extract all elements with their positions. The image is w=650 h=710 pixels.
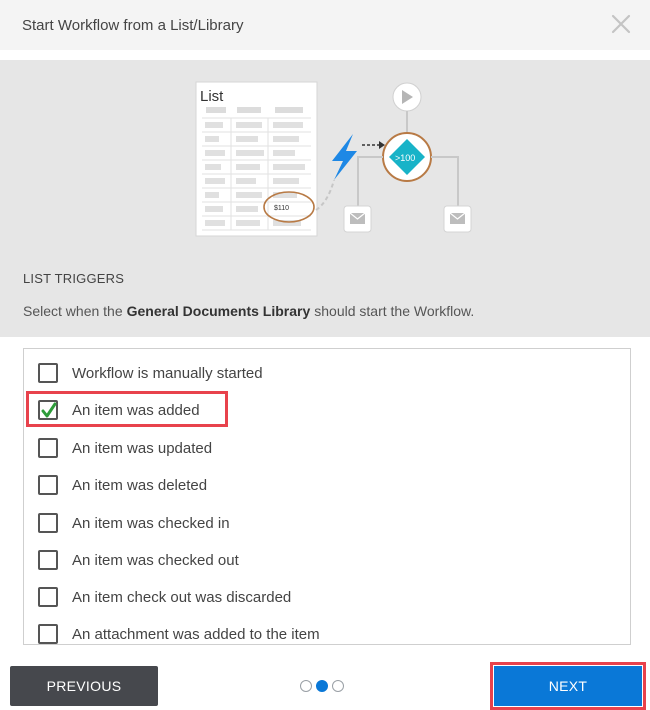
step-dot[interactable] (300, 680, 312, 692)
trigger-option-attachment-added[interactable]: An attachment was added to the item (24, 619, 624, 644)
selected-option-highlight (26, 391, 228, 427)
next-button[interactable]: NEXT (494, 666, 642, 706)
step-dot-current[interactable] (316, 680, 328, 692)
illustration-condition: >100 (395, 153, 415, 163)
trigger-option-checkout-discarded[interactable]: An item check out was discarded (24, 582, 624, 612)
list-triggers-heading: LIST TRIGGERS (23, 271, 125, 286)
dialog-title: Start Workflow from a List/Library (22, 17, 244, 34)
previous-button[interactable]: PREVIOUS (10, 666, 158, 706)
illustration-list-title: List (200, 88, 224, 105)
checkbox[interactable] (38, 475, 58, 495)
checkbox[interactable] (38, 513, 58, 533)
trigger-option-checked-out[interactable]: An item was checked out (24, 545, 624, 575)
close-icon (611, 14, 631, 34)
illustration-highlight-value: $110 (274, 205, 289, 212)
trigger-option-label: Workflow is manually started (72, 364, 263, 382)
checkbox[interactable] (38, 550, 58, 570)
dialog-header: Start Workflow from a List/Library (0, 0, 650, 50)
workflow-illustration: List $110 >100 (195, 81, 472, 237)
description-suffix: should start the Workflow. (314, 303, 475, 319)
list-triggers-description: Select when the General Documents Library… (23, 303, 474, 319)
trigger-option-label: An item was deleted (72, 476, 208, 494)
trigger-option-item-updated[interactable]: An item was updated (24, 433, 624, 463)
trigger-option-label: An item was checked out (72, 551, 239, 569)
trigger-option-item-deleted[interactable]: An item was deleted (24, 470, 624, 500)
checkbox[interactable] (38, 438, 58, 458)
trigger-option-label: An item was updated (72, 439, 213, 457)
checkbox[interactable] (38, 624, 58, 644)
trigger-banner: List $110 >100 LIST TRIGGERS Select when… (0, 60, 650, 337)
checkbox[interactable] (38, 363, 58, 383)
trigger-option-label: An item check out was discarded (72, 588, 292, 606)
trigger-option-manual[interactable]: Workflow is manually started (24, 358, 624, 388)
trigger-option-checked-in[interactable]: An item was checked in (24, 508, 624, 538)
description-prefix: Select when the (23, 303, 123, 319)
close-button[interactable] (610, 13, 632, 35)
checkbox[interactable] (38, 587, 58, 607)
trigger-option-label: An attachment was added to the item (72, 625, 320, 643)
trigger-option-label: An item was checked in (72, 514, 230, 532)
step-dot[interactable] (332, 680, 344, 692)
library-name: General Documents Library (126, 303, 311, 319)
step-indicator (300, 680, 344, 694)
